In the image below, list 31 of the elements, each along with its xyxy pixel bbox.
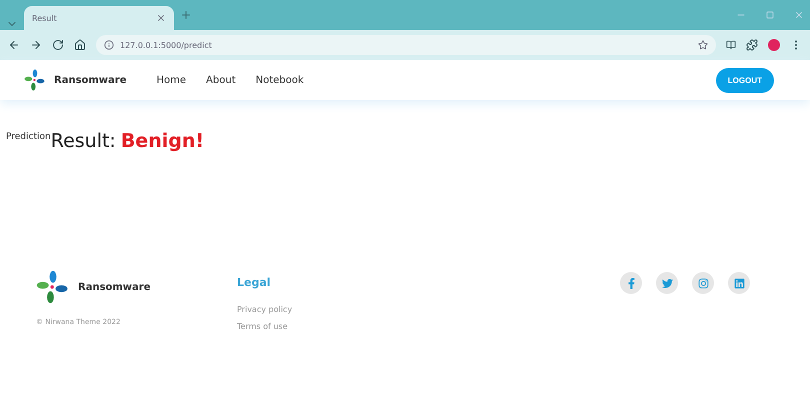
nav-link[interactable]: Home <box>156 74 186 86</box>
footer-link[interactable]: Terms of use <box>237 322 620 331</box>
footer-brand: Ransomware <box>78 282 151 292</box>
nav-link[interactable]: About <box>206 74 236 86</box>
browser-tab[interactable]: Result <box>24 6 174 30</box>
bookmark-icon[interactable] <box>698 40 708 50</box>
brand-name: Ransomware <box>54 74 127 86</box>
logout-button[interactable]: LOGOUT <box>716 68 774 92</box>
instagram-icon[interactable] <box>692 272 714 294</box>
nav-link[interactable]: Notebook <box>256 74 304 86</box>
home-icon[interactable] <box>74 39 86 51</box>
twitter-icon[interactable] <box>656 272 678 294</box>
back-icon[interactable] <box>8 39 20 51</box>
reload-icon[interactable] <box>52 39 64 51</box>
close-icon[interactable] <box>156 13 166 23</box>
extensions-icon[interactable] <box>746 39 758 51</box>
result-label: Result: <box>50 130 116 152</box>
logo-icon <box>36 270 70 304</box>
linkedin-icon[interactable] <box>728 272 750 294</box>
legal-heading: Legal <box>237 276 272 289</box>
new-tab-icon[interactable] <box>180 9 192 21</box>
logo-icon <box>24 69 46 91</box>
prediction-label: Prediction <box>6 132 51 142</box>
footer-link[interactable]: Privacy policy <box>237 305 620 314</box>
forward-icon[interactable] <box>30 39 42 51</box>
facebook-icon[interactable] <box>620 272 642 294</box>
info-icon[interactable] <box>104 40 114 50</box>
profile-icon[interactable] <box>768 39 780 51</box>
reading-list-icon[interactable] <box>726 40 736 50</box>
address-field[interactable]: 127.0.0.1:5000/predict <box>96 35 716 55</box>
result-value: Benign! <box>120 130 204 152</box>
